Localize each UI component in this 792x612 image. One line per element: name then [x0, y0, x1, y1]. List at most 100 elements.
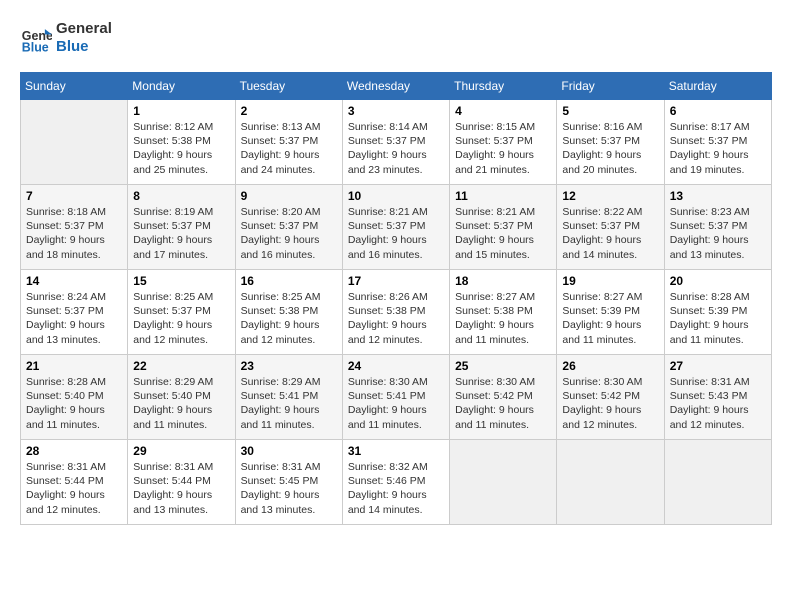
logo-icon: General Blue — [20, 22, 52, 54]
day-number: 26 — [562, 359, 658, 373]
day-info: Sunrise: 8:31 AMSunset: 5:44 PMDaylight:… — [26, 460, 122, 517]
day-info: Sunrise: 8:30 AMSunset: 5:42 PMDaylight:… — [562, 375, 658, 432]
day-number: 31 — [348, 444, 444, 458]
day-number: 1 — [133, 104, 229, 118]
calendar-cell: 8 Sunrise: 8:19 AMSunset: 5:37 PMDaylight… — [128, 185, 235, 270]
day-info: Sunrise: 8:28 AMSunset: 5:39 PMDaylight:… — [670, 290, 766, 347]
calendar-cell: 17 Sunrise: 8:26 AMSunset: 5:38 PMDayligh… — [342, 270, 449, 355]
day-number: 28 — [26, 444, 122, 458]
calendar-cell: 19Sunrise: 8:27 AMSunset: 5:39 PMDayligh… — [557, 270, 664, 355]
calendar-cell — [664, 440, 771, 525]
day-info: Sunrise: 8:21 AMSunset: 5:37 PMDaylight:… — [348, 205, 444, 262]
day-info: Sunrise: 8:18 AMSunset: 5:37 PMDaylight:… — [26, 205, 122, 262]
calendar-cell: 18 Sunrise: 8:27 AMSunset: 5:38 PMDayligh… — [450, 270, 557, 355]
day-info: Sunrise: 8:19 AMSunset: 5:37 PMDaylight:… — [133, 205, 229, 262]
day-info: Sunrise: 8:31 AMSunset: 5:44 PMDaylight:… — [133, 460, 229, 517]
day-info: Sunrise: 8:27 AMSunset: 5:38 PMDaylight:… — [455, 290, 551, 347]
day-info: Sunrise: 8:14 AMSunset: 5:37 PMDaylight:… — [348, 120, 444, 177]
weekday-header-friday: Friday — [557, 73, 664, 100]
calendar-cell: 31Sunrise: 8:32 AMSunset: 5:46 PMDayligh… — [342, 440, 449, 525]
calendar-cell: 20 Sunrise: 8:28 AMSunset: 5:39 PMDayligh… — [664, 270, 771, 355]
day-number: 4 — [455, 104, 551, 118]
day-number: 15 — [133, 274, 229, 288]
day-info: Sunrise: 8:25 AMSunset: 5:38 PMDaylight:… — [241, 290, 337, 347]
week-row-1: 1 Sunrise: 8:12 AMSunset: 5:38 PMDaylight… — [21, 100, 772, 185]
weekday-header-thursday: Thursday — [450, 73, 557, 100]
calendar-cell: 25 Sunrise: 8:30 AMSunset: 5:42 PMDayligh… — [450, 355, 557, 440]
day-number: 23 — [241, 359, 337, 373]
logo-blue: Blue — [56, 38, 112, 56]
day-info: Sunrise: 8:13 AMSunset: 5:37 PMDaylight:… — [241, 120, 337, 177]
calendar-cell: 23 Sunrise: 8:29 AMSunset: 5:41 PMDayligh… — [235, 355, 342, 440]
day-number: 6 — [670, 104, 766, 118]
day-info: Sunrise: 8:24 AMSunset: 5:37 PMDaylight:… — [26, 290, 122, 347]
calendar-cell: 6 Sunrise: 8:17 AMSunset: 5:37 PMDaylight… — [664, 100, 771, 185]
day-number: 2 — [241, 104, 337, 118]
calendar-table: SundayMondayTuesdayWednesdayThursdayFrid… — [20, 72, 772, 525]
day-info: Sunrise: 8:12 AMSunset: 5:38 PMDaylight:… — [133, 120, 229, 177]
calendar-cell: 27 Sunrise: 8:31 AMSunset: 5:43 PMDayligh… — [664, 355, 771, 440]
weekday-header-row: SundayMondayTuesdayWednesdayThursdayFrid… — [21, 73, 772, 100]
calendar-cell: 15Sunrise: 8:25 AMSunset: 5:37 PMDayligh… — [128, 270, 235, 355]
calendar-cell: 10 Sunrise: 8:21 AMSunset: 5:37 PMDayligh… — [342, 185, 449, 270]
day-info: Sunrise: 8:29 AMSunset: 5:41 PMDaylight:… — [241, 375, 337, 432]
day-info: Sunrise: 8:30 AMSunset: 5:41 PMDaylight:… — [348, 375, 444, 432]
day-number: 21 — [26, 359, 122, 373]
day-info: Sunrise: 8:26 AMSunset: 5:38 PMDaylight:… — [348, 290, 444, 347]
day-number: 12 — [562, 189, 658, 203]
calendar-cell: 24Sunrise: 8:30 AMSunset: 5:41 PMDayligh… — [342, 355, 449, 440]
day-number: 29 — [133, 444, 229, 458]
calendar-cell: 13 Sunrise: 8:23 AMSunset: 5:37 PMDayligh… — [664, 185, 771, 270]
week-row-5: 28 Sunrise: 8:31 AMSunset: 5:44 PMDayligh… — [21, 440, 772, 525]
day-info: Sunrise: 8:23 AMSunset: 5:37 PMDaylight:… — [670, 205, 766, 262]
day-info: Sunrise: 8:31 AMSunset: 5:45 PMDaylight:… — [241, 460, 337, 517]
calendar-cell: 16Sunrise: 8:25 AMSunset: 5:38 PMDayligh… — [235, 270, 342, 355]
day-info: Sunrise: 8:28 AMSunset: 5:40 PMDaylight:… — [26, 375, 122, 432]
calendar-cell: 9Sunrise: 8:20 AMSunset: 5:37 PMDaylight… — [235, 185, 342, 270]
day-info: Sunrise: 8:21 AMSunset: 5:37 PMDaylight:… — [455, 205, 551, 262]
weekday-header-sunday: Sunday — [21, 73, 128, 100]
page-header: General Blue General Blue — [20, 20, 772, 56]
day-number: 9 — [241, 189, 337, 203]
day-number: 22 — [133, 359, 229, 373]
day-number: 18 — [455, 274, 551, 288]
calendar-cell: 7 Sunrise: 8:18 AMSunset: 5:37 PMDaylight… — [21, 185, 128, 270]
calendar-cell: 29 Sunrise: 8:31 AMSunset: 5:44 PMDayligh… — [128, 440, 235, 525]
svg-text:Blue: Blue — [22, 40, 49, 54]
day-number: 5 — [562, 104, 658, 118]
day-info: Sunrise: 8:29 AMSunset: 5:40 PMDaylight:… — [133, 375, 229, 432]
week-row-4: 21 Sunrise: 8:28 AMSunset: 5:40 PMDayligh… — [21, 355, 772, 440]
day-info: Sunrise: 8:17 AMSunset: 5:37 PMDaylight:… — [670, 120, 766, 177]
calendar-cell: 11Sunrise: 8:21 AMSunset: 5:37 PMDayligh… — [450, 185, 557, 270]
day-info: Sunrise: 8:27 AMSunset: 5:39 PMDaylight:… — [562, 290, 658, 347]
calendar-cell — [450, 440, 557, 525]
calendar-cell: 30 Sunrise: 8:31 AMSunset: 5:45 PMDayligh… — [235, 440, 342, 525]
day-number: 25 — [455, 359, 551, 373]
calendar-cell: 12Sunrise: 8:22 AMSunset: 5:37 PMDayligh… — [557, 185, 664, 270]
calendar-cell: 21 Sunrise: 8:28 AMSunset: 5:40 PMDayligh… — [21, 355, 128, 440]
day-number: 20 — [670, 274, 766, 288]
day-number: 30 — [241, 444, 337, 458]
day-info: Sunrise: 8:15 AMSunset: 5:37 PMDaylight:… — [455, 120, 551, 177]
calendar-cell: 3 Sunrise: 8:14 AMSunset: 5:37 PMDaylight… — [342, 100, 449, 185]
day-number: 8 — [133, 189, 229, 203]
day-number: 27 — [670, 359, 766, 373]
calendar-cell: 14Sunrise: 8:24 AMSunset: 5:37 PMDayligh… — [21, 270, 128, 355]
day-number: 7 — [26, 189, 122, 203]
weekday-header-tuesday: Tuesday — [235, 73, 342, 100]
weekday-header-wednesday: Wednesday — [342, 73, 449, 100]
calendar-cell: 1 Sunrise: 8:12 AMSunset: 5:38 PMDaylight… — [128, 100, 235, 185]
week-row-3: 14Sunrise: 8:24 AMSunset: 5:37 PMDayligh… — [21, 270, 772, 355]
day-number: 3 — [348, 104, 444, 118]
day-number: 13 — [670, 189, 766, 203]
day-info: Sunrise: 8:31 AMSunset: 5:43 PMDaylight:… — [670, 375, 766, 432]
day-number: 17 — [348, 274, 444, 288]
calendar-cell: 4 Sunrise: 8:15 AMSunset: 5:37 PMDaylight… — [450, 100, 557, 185]
calendar-cell: 28 Sunrise: 8:31 AMSunset: 5:44 PMDayligh… — [21, 440, 128, 525]
calendar-cell: 26 Sunrise: 8:30 AMSunset: 5:42 PMDayligh… — [557, 355, 664, 440]
calendar-cell — [21, 100, 128, 185]
logo-general: General — [56, 20, 112, 38]
day-info: Sunrise: 8:30 AMSunset: 5:42 PMDaylight:… — [455, 375, 551, 432]
day-number: 10 — [348, 189, 444, 203]
weekday-header-saturday: Saturday — [664, 73, 771, 100]
